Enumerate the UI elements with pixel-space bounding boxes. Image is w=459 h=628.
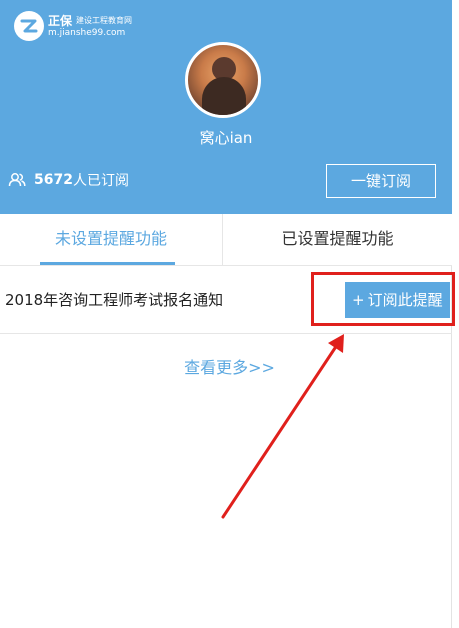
logo-url: m.jianshe99.com — [48, 28, 126, 38]
list-item: 2018年咨询工程师考试报名通知 + 订阅此提醒 — [0, 266, 452, 334]
tab-already-set[interactable]: 已设置提醒功能 — [222, 214, 452, 266]
subscribe-reminder-label: 订阅此提醒 — [367, 291, 443, 309]
logo-icon — [14, 11, 44, 41]
users-icon — [8, 173, 26, 187]
avatar — [185, 42, 261, 118]
one-key-subscribe-button[interactable]: 一键订阅 — [326, 164, 436, 198]
logo-brand: 正保 — [48, 14, 73, 28]
reminder-tabs: 未设置提醒功能 已设置提醒功能 — [0, 214, 452, 266]
subscribe-reminder-button[interactable]: + 订阅此提醒 — [345, 282, 450, 318]
plus-icon: + — [352, 291, 365, 309]
logo-subtitle: 建设工程教育网 — [76, 16, 132, 25]
active-tab-indicator — [40, 262, 175, 265]
subscriber-count: 5672 人已订阅 — [8, 170, 129, 190]
app-frame: 正保 建设工程教育网 m.jianshe99.com 窝心ian 5672 人已… — [0, 0, 452, 628]
subscriber-number: 5672 — [34, 172, 73, 188]
view-more-link[interactable]: 查看更多>> — [0, 354, 459, 378]
tab-not-set[interactable]: 未设置提醒功能 — [0, 214, 222, 266]
site-logo[interactable]: 正保 建设工程教育网 m.jianshe99.com — [14, 11, 138, 41]
username: 窝心ian — [199, 129, 253, 147]
profile-header: 正保 建设工程教育网 m.jianshe99.com 窝心ian 5672 人已… — [0, 0, 452, 214]
subscriber-suffix: 人已订阅 — [72, 173, 129, 189]
reminder-title: 2018年咨询工程师考试报名通知 — [5, 291, 224, 309]
